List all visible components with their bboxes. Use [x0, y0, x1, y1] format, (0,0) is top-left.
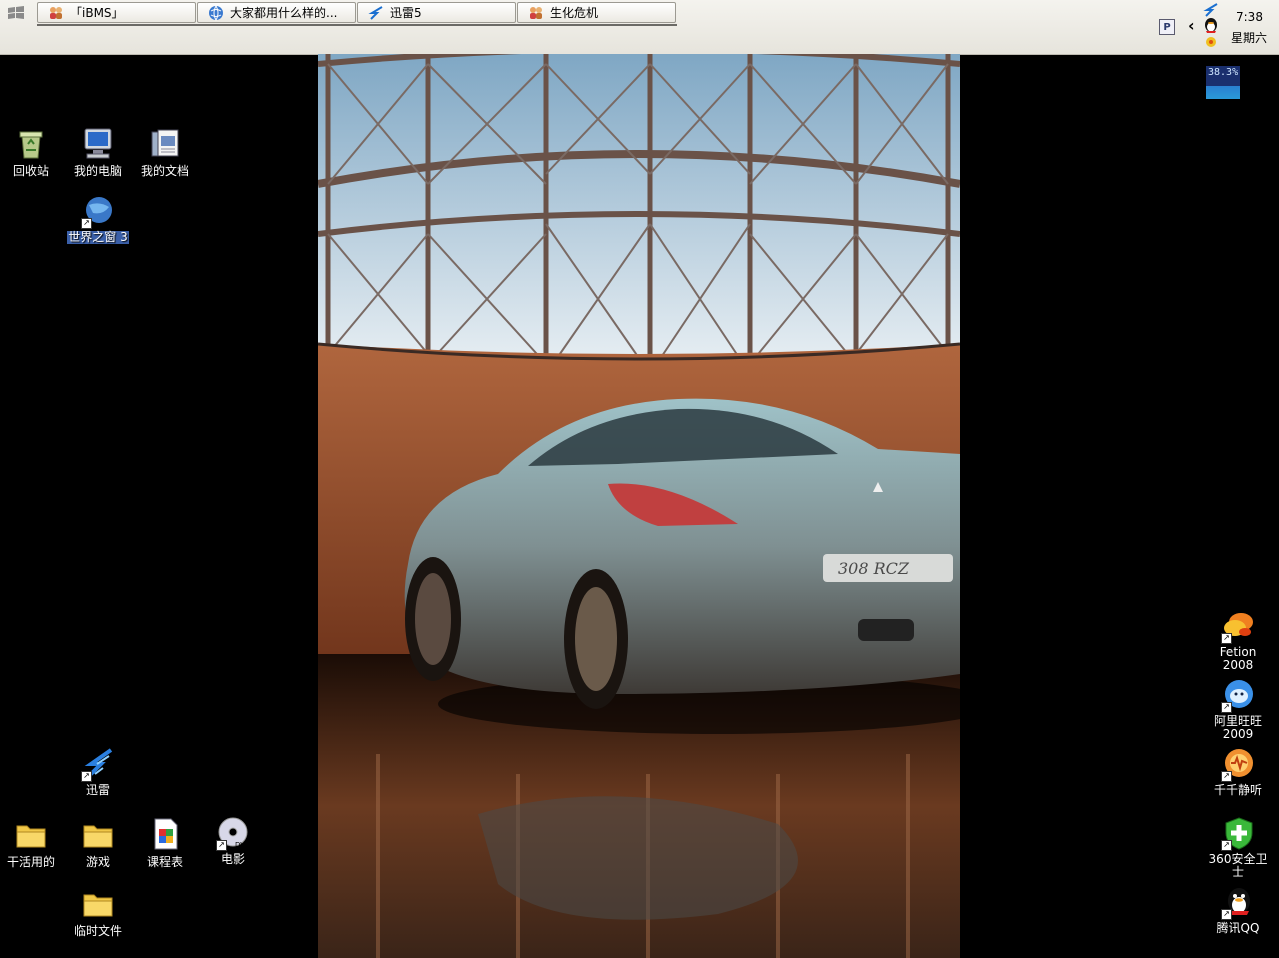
desktop-icon-movies[interactable]: DVD ↗ 电影 — [198, 817, 268, 866]
cpu-usage-meter[interactable]: 38.3% — [1206, 66, 1240, 99]
task-button-ibms[interactable]: 「iBMS」 — [37, 2, 196, 23]
desktop-icon-aliwangwang[interactable]: ↗ 阿里旺旺 2009 — [1203, 679, 1273, 741]
tray-p-icon[interactable]: P — [1159, 19, 1175, 35]
desktop-icon-folder-games[interactable]: 游戏 — [63, 817, 133, 869]
document-icon — [154, 818, 178, 850]
icon-label: 阿里旺旺 2009 — [1213, 714, 1262, 741]
desktop-icon-my-computer[interactable]: 我的电脑 — [63, 126, 133, 178]
tray-icons — [1203, 3, 1219, 49]
icon-label: Fetion 2008 — [1219, 645, 1257, 672]
task-button-thunder[interactable]: 迅雷5 — [357, 2, 516, 23]
svg-text:DVD: DVD — [235, 841, 250, 849]
icon-label: 360安全卫 士 — [1208, 852, 1268, 879]
shortcut-arrow-icon: ↗ — [81, 771, 92, 782]
desktop-icon-recycle-bin[interactable]: 回收站 — [0, 126, 66, 178]
icon-label: 回收站 — [12, 164, 49, 178]
icon-label: 千千静听 — [1213, 783, 1262, 797]
computer-icon — [84, 128, 112, 159]
license-plate-text: 308 RCZ — [838, 559, 910, 578]
shortcut-arrow-icon: ↗ — [1221, 909, 1232, 920]
task-label: 「iBMS」 — [70, 6, 124, 20]
desktop-icon-folder-work[interactable]: 干活用的 — [0, 817, 66, 869]
icon-label: 游戏 — [85, 855, 110, 869]
icon-label: 临时文件 — [73, 924, 122, 938]
folder-icon — [83, 825, 113, 848]
icon-label: 电影 — [220, 852, 245, 866]
taskbar-buttons: 「iBMS」 大家都用什么样的... 迅雷5 生化危机 — [37, 2, 677, 26]
task-label: 大家都用什么样的... — [230, 6, 338, 20]
qq-tray-icon[interactable] — [1203, 17, 1219, 35]
task-label: 生化危机 — [550, 6, 599, 20]
qq-status-tray-icon[interactable] — [1203, 35, 1219, 49]
icon-label: 我的文档 — [140, 164, 189, 178]
cpu-usage-value: 38.3% — [1208, 67, 1239, 78]
desktop-icon-fetion[interactable]: ↗ Fetion 2008 — [1203, 610, 1273, 672]
desktop-icon-schedule[interactable]: 课程表 — [130, 817, 200, 869]
wallpaper-car-gasholder: 308 RCZ — [318, 54, 960, 958]
task-button-resident-evil[interactable]: 生化危机 — [517, 2, 676, 23]
shortcut-arrow-icon: ↗ — [216, 840, 227, 851]
users-icon — [530, 6, 542, 19]
desktop-icon-thunder[interactable]: ↗ 迅雷 — [63, 748, 133, 797]
thunder-icon — [368, 5, 383, 20]
users-icon — [50, 6, 62, 19]
folder-icon — [83, 894, 113, 917]
shortcut-arrow-icon: ↗ — [81, 218, 92, 229]
icon-label: 腾讯QQ — [1216, 921, 1260, 935]
shortcut-arrow-icon: ↗ — [1221, 840, 1232, 851]
task-button-browser[interactable]: 大家都用什么样的... — [197, 2, 356, 23]
icon-label: 迅雷 — [85, 783, 110, 797]
recycle-bin-icon — [19, 131, 43, 159]
task-label: 迅雷5 — [390, 6, 422, 20]
shortcut-arrow-icon: ↗ — [1221, 633, 1232, 644]
icon-label: 我的电脑 — [73, 164, 122, 178]
folder-icon — [16, 825, 46, 848]
wallpaper-image: 308 RCZ — [318, 54, 960, 958]
shortcut-arrow-icon: ↗ — [1221, 702, 1232, 713]
clock-day[interactable]: 星期六 — [1231, 29, 1267, 46]
shortcut-arrow-icon: ↗ — [1221, 771, 1232, 782]
desktop-icon-ttplayer[interactable]: ↗ 千千静听 — [1203, 748, 1273, 797]
desktop-icon-folder-temp[interactable]: 临时文件 — [63, 886, 133, 938]
taskbar: 「iBMS」 大家都用什么样的... 迅雷5 生化危机 P ‹ 7:38 星期六 — [0, 0, 1279, 55]
thunder-tray-icon[interactable] — [1203, 3, 1219, 17]
tray-expand-chevron-icon[interactable]: ‹ — [1188, 16, 1195, 35]
icon-label: 干活用的 — [6, 855, 55, 869]
clock-time[interactable]: 7:38 — [1236, 10, 1263, 24]
desktop-icon-theworld-browser[interactable]: ↗ 世界之窗 3 — [63, 195, 133, 244]
desktop-icon-qq[interactable]: ↗ 腾讯QQ — [1203, 886, 1273, 935]
globe-icon — [209, 5, 223, 21]
desktop-icon-360-safe[interactable]: ↗ 360安全卫 士 — [1203, 817, 1273, 879]
icon-label: 课程表 — [146, 855, 183, 869]
taskbar-divider — [37, 24, 677, 26]
documents-icon — [151, 129, 179, 157]
icon-label: 世界之窗 3 — [67, 230, 129, 244]
desktop-icon-my-documents[interactable]: 我的文档 — [130, 126, 200, 178]
windows-logo-icon[interactable] — [6, 4, 26, 22]
